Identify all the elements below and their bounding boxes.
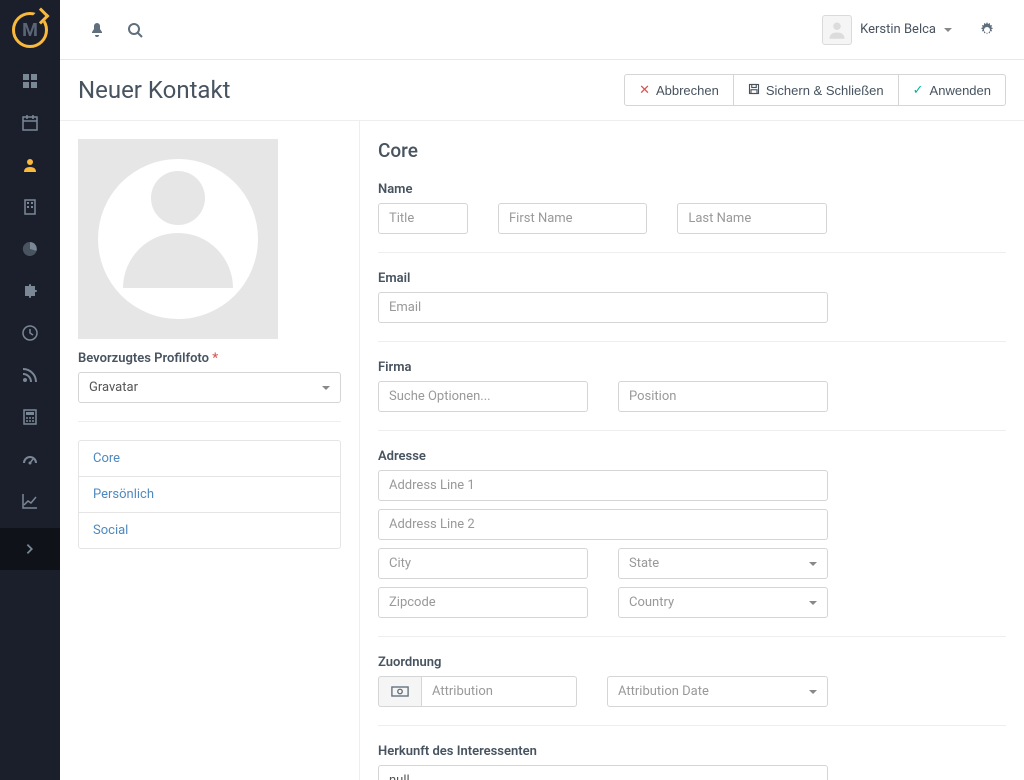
profile-photo-label: Bevorzugtes Profilfoto * — [78, 351, 341, 366]
check-icon: ✓ — [913, 82, 924, 98]
search-button[interactable] — [116, 11, 154, 49]
save-icon — [748, 83, 760, 98]
nav-dashboard[interactable] — [0, 60, 60, 102]
address1-input[interactable] — [378, 470, 828, 501]
chevron-down-icon — [944, 28, 952, 32]
nav-points[interactable] — [0, 396, 60, 438]
nav-stages[interactable] — [0, 438, 60, 480]
nav-contacts[interactable] — [0, 144, 60, 186]
gear-icon — [979, 22, 995, 38]
money-icon — [378, 676, 421, 707]
email-group: Email — [378, 271, 1006, 323]
user-name: Kerstin Belca — [860, 22, 936, 37]
nav-components[interactable] — [0, 270, 60, 312]
brand-logo[interactable]: M — [0, 0, 60, 60]
city-input[interactable] — [378, 548, 588, 579]
company-label: Firma — [378, 360, 1006, 375]
lead-source-group: Herkunft des Interessenten null — [378, 744, 1006, 780]
title-input[interactable] — [378, 203, 468, 234]
page-header: Neuer Kontakt ✕ Abbrechen Sichern & Schl… — [60, 60, 1024, 121]
calendar-icon — [22, 115, 38, 131]
left-column: Bevorzugtes Profilfoto * Gravatar Core P… — [60, 121, 360, 780]
state-select[interactable]: State — [618, 548, 828, 579]
settings-button[interactable] — [968, 22, 1006, 38]
avatar-preview[interactable] — [78, 139, 278, 339]
attribution-input[interactable] — [421, 676, 577, 707]
pie-icon — [22, 241, 38, 257]
right-column: Core Name Email Firma — [360, 121, 1024, 780]
avatar-placeholder-icon — [98, 159, 258, 319]
profile-photo-select[interactable]: Gravatar — [78, 372, 341, 403]
nav-calendar[interactable] — [0, 102, 60, 144]
brand-m-icon: M — [22, 20, 38, 41]
panel-nav: Core Persönlich Social — [78, 440, 341, 549]
zip-input[interactable] — [378, 587, 588, 618]
name-group: Name — [378, 182, 1006, 234]
main-wrap: Bevorzugtes Profilfoto * Gravatar Core P… — [60, 121, 1024, 780]
rss-icon — [22, 367, 38, 383]
user-menu[interactable]: Kerstin Belca — [814, 11, 960, 49]
nav-companies[interactable] — [0, 186, 60, 228]
grid-icon — [22, 73, 38, 89]
chevron-down-icon — [809, 601, 817, 605]
attribution-date-select[interactable]: Attribution Date — [607, 676, 828, 707]
address2-input[interactable] — [378, 509, 828, 540]
lead-source-select[interactable]: null — [378, 765, 828, 780]
apply-label: Anwenden — [930, 83, 991, 98]
apply-button[interactable]: ✓ Anwenden — [899, 74, 1006, 106]
section-title: Core — [378, 139, 1006, 162]
address-label: Adresse — [378, 449, 1006, 464]
lastname-input[interactable] — [677, 203, 826, 234]
profile-photo-value: Gravatar — [89, 380, 138, 395]
cancel-button[interactable]: ✕ Abbrechen — [624, 74, 734, 106]
lead-source-label: Herkunft des Interessenten — [378, 744, 1006, 759]
gauge-icon — [22, 451, 38, 467]
page-title: Neuer Kontakt — [78, 76, 624, 104]
nav-reports[interactable] — [0, 480, 60, 522]
clock-icon — [22, 325, 38, 341]
panel-nav-core[interactable]: Core — [79, 441, 340, 477]
email-label: Email — [378, 271, 1006, 286]
calculator-icon — [22, 409, 38, 425]
position-input[interactable] — [618, 381, 828, 412]
panel-nav-personal[interactable]: Persönlich — [79, 477, 340, 513]
bell-icon — [89, 22, 105, 38]
email-input[interactable] — [378, 292, 828, 323]
name-label: Name — [378, 182, 1006, 197]
nav-expand[interactable] — [0, 528, 60, 570]
avatar-icon — [822, 15, 852, 45]
puzzle-icon — [22, 283, 38, 299]
panel-nav-social[interactable]: Social — [79, 513, 340, 548]
country-select[interactable]: Country — [618, 587, 828, 618]
nav-channels[interactable] — [0, 354, 60, 396]
save-close-button[interactable]: Sichern & Schließen — [734, 74, 899, 106]
close-icon: ✕ — [639, 82, 650, 98]
save-close-label: Sichern & Schließen — [766, 83, 884, 98]
app-content: Neuer Kontakt ✕ Abbrechen Sichern & Schl… — [60, 60, 1024, 780]
divider — [78, 421, 341, 422]
chart-icon — [22, 493, 38, 509]
cancel-label: Abbrechen — [656, 83, 719, 98]
company-group: Firma — [378, 360, 1006, 412]
nav-campaigns[interactable] — [0, 312, 60, 354]
firstname-input[interactable] — [498, 203, 647, 234]
app-header: Kerstin Belca — [60, 0, 1024, 60]
chevron-down-icon — [809, 562, 817, 566]
chevron-down-icon — [322, 386, 330, 390]
search-icon — [127, 22, 143, 38]
notifications-button[interactable] — [78, 11, 116, 49]
nav-segments[interactable] — [0, 228, 60, 270]
attribution-group: Zuordnung Attribution Date — [378, 655, 1006, 707]
company-search-input[interactable] — [378, 381, 588, 412]
app-sidebar: M — [0, 0, 60, 780]
attribution-label: Zuordnung — [378, 655, 1006, 670]
chevron-down-icon — [809, 690, 817, 694]
building-icon — [22, 199, 38, 215]
chevron-right-icon — [23, 542, 37, 556]
user-icon — [22, 157, 38, 173]
address-group: Adresse State Country — [378, 449, 1006, 618]
toolbar: ✕ Abbrechen Sichern & Schließen ✓ Anwend… — [624, 74, 1006, 106]
